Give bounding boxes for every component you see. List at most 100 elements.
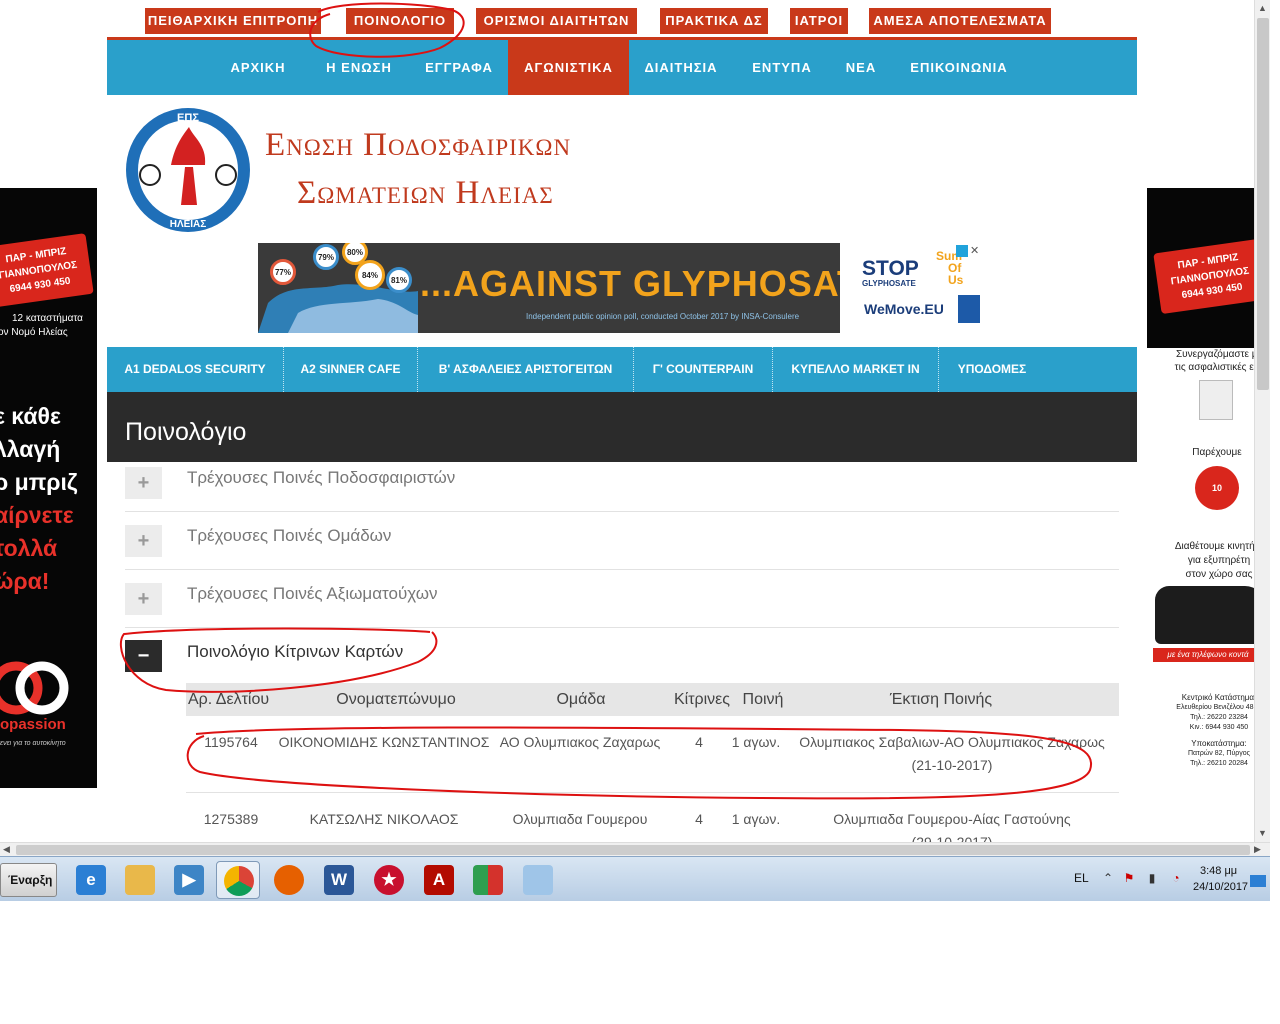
adchoices-icon[interactable] bbox=[956, 245, 968, 257]
accordion-player-penalties[interactable]: + Τρέχουσες Ποινές Ποδοσφαιριστών bbox=[125, 462, 1119, 512]
horizontal-scrollbar[interactable]: ◀ ▶ bbox=[0, 842, 1270, 856]
van-image bbox=[1155, 586, 1254, 644]
accordion-label[interactable]: Τρέχουσες Ποινές Ποδοσφαιριστών bbox=[187, 468, 455, 488]
league-tab-c[interactable]: Γ' COUNTERPAIN bbox=[634, 347, 773, 392]
accordion-label[interactable]: Τρέχουσες Ποινές Ομάδων bbox=[187, 526, 391, 546]
word-icon: W bbox=[324, 865, 354, 895]
nav-news[interactable]: ΝΕΑ bbox=[835, 40, 887, 95]
site-title-line1[interactable]: Ενωση Ποδοσφαιρικων bbox=[265, 127, 571, 164]
eps-ileias-logo[interactable]: ΕΠΣ ΗΛΕΙΑΣ bbox=[123, 105, 253, 235]
scroll-left-icon[interactable]: ◀ bbox=[3, 844, 10, 855]
nav-contact[interactable]: ΕΠΙΚΟΙΝΩΝΙΑ bbox=[903, 40, 1015, 95]
control-panel-icon bbox=[473, 865, 503, 895]
scroll-right-icon[interactable]: ▶ bbox=[1254, 844, 1261, 855]
taskbar-app-control-panel[interactable] bbox=[466, 861, 510, 899]
ad-right-shop2b: Πατρών 82, Πύργος bbox=[1187, 750, 1251, 757]
screen: ΠΑΡ - ΜΠΡΙΖ ΓΙΑΝΝΟΠΟΥΛΟΣ 6944 930 450 12… bbox=[0, 0, 1280, 1024]
expand-icon[interactable]: + bbox=[125, 525, 162, 557]
cell-name: ΚΑΤΣΩΛΗΣ ΝΙΚΟΛΑΟΣ bbox=[309, 811, 459, 827]
taskbar-app-pokerstars[interactable]: ★ bbox=[367, 861, 411, 899]
taskbar-app-media-player[interactable]: ▶ bbox=[167, 861, 211, 899]
language-indicator[interactable]: EL bbox=[1074, 871, 1089, 885]
show-hidden-icons-icon[interactable]: ⌃ bbox=[1100, 871, 1116, 887]
banner-headline: ...AGAINST GLYPHOSATE bbox=[420, 263, 886, 304]
nav-competitions[interactable]: ΑΓΩΝΙΣΤΙΚΑ bbox=[508, 40, 629, 95]
yellow-cards-table-header: Αρ. Δελτίου Ονοματεπώνυμο Ομάδα Κίτρινες… bbox=[186, 683, 1119, 716]
ad-right-shop1b: Ελευθερίου Βενιζέλου 48, Α bbox=[1176, 704, 1254, 711]
accordion-yellow-cards-label[interactable]: Ποινολόγιο Κίτρινων Καρτών bbox=[187, 642, 403, 662]
taskbar-app-acrobat[interactable]: A bbox=[417, 861, 461, 899]
top-link-disciplinary[interactable]: ΠΕΙΘΑΡΧΙΚΗ ΕΠΙΤΡΟΠΗ bbox=[145, 8, 321, 34]
ad-right-t2: τις ασφαλιστικές ετα bbox=[1174, 362, 1254, 373]
banner-stop-sub: GLYPHOSATE bbox=[862, 279, 916, 288]
cell-serving-date: (21-10-2017) bbox=[911, 757, 993, 773]
logo-top-text: ΕΠΣ bbox=[177, 112, 199, 124]
clock-time[interactable]: 3:48 μμ bbox=[1200, 865, 1237, 877]
vertical-scroll-thumb[interactable] bbox=[1257, 18, 1269, 390]
page-title: Ποινολόγιο bbox=[125, 418, 247, 446]
cell-card-number: 1275389 bbox=[203, 811, 259, 827]
taskbar-app-word[interactable]: W bbox=[317, 861, 361, 899]
nav-home[interactable]: ΑΡΧΙΚΗ bbox=[219, 40, 297, 95]
nav-refereeing[interactable]: ΔΙΑΙΤΗΣΙΑ bbox=[635, 40, 727, 95]
left-side-ad[interactable]: ΠΑΡ - ΜΠΡΙΖ ΓΙΑΝΝΟΠΟΥΛΟΣ 6944 930 450 12… bbox=[0, 188, 97, 788]
banner-subline: Independent public opinion poll, conduct… bbox=[526, 312, 800, 321]
collapse-icon[interactable]: − bbox=[125, 640, 162, 672]
league-navigation: A1 DEDALOS SECURITY A2 SINNER CAFE Β' ΑΣ… bbox=[107, 347, 1137, 392]
glyphosate-banner-ad[interactable]: 77% 79% 80% 84% 81% ...AGAINST GLYPHOSAT… bbox=[258, 243, 986, 333]
banner-stop: STOP bbox=[862, 257, 919, 280]
poll-pin-2: 79% bbox=[313, 244, 339, 270]
accordion-label[interactable]: Τρέχουσες Ποινές Αξιωματούχων bbox=[187, 584, 438, 604]
ad-left-big5: τολλά bbox=[0, 535, 58, 561]
nav-forms[interactable]: ΕΝΤΥΠΑ bbox=[739, 40, 825, 95]
ad-left-brand-sub: ενει για το αυτοκίνητο bbox=[0, 740, 66, 747]
ad-right-shop2: Υποκατάστημα: bbox=[1191, 739, 1247, 748]
start-button[interactable]: Έναρξη bbox=[0, 863, 57, 897]
page-title-bar: Ποινολόγιο bbox=[107, 392, 1137, 462]
scroll-down-icon[interactable]: ▼ bbox=[1258, 828, 1267, 838]
clock-date[interactable]: 24/10/2017 bbox=[1193, 881, 1248, 893]
league-tab-a1[interactable]: A1 DEDALOS SECURITY bbox=[107, 347, 284, 392]
action-center-icon[interactable]: ⚑ bbox=[1121, 871, 1137, 887]
media-player-icon: ▶ bbox=[174, 865, 204, 895]
taskbar-app-paint[interactable] bbox=[516, 861, 560, 899]
show-desktop-icon[interactable] bbox=[1250, 875, 1266, 887]
ad-left-big6: ώρα! bbox=[0, 568, 50, 594]
expand-icon[interactable]: + bbox=[125, 583, 162, 615]
folder-icon bbox=[125, 865, 155, 895]
top-link-live-results[interactable]: ΑΜΕΣΑ ΑΠΟΤΕΛΕΣΜΑΤΑ bbox=[869, 8, 1051, 34]
ad-left-big3: ρ μπριζ bbox=[0, 469, 78, 495]
ad-left-sign: ΠΑΡ - ΜΠΡΙΖ ΓΙΑΝΝΟΠΟΥΛΟΣ 6944 930 450 bbox=[0, 233, 94, 308]
accordion-official-penalties[interactable]: + Τρέχουσες Ποινές Αξιωματούχων bbox=[125, 570, 1119, 628]
expand-icon[interactable]: + bbox=[125, 467, 162, 499]
top-link-penalties[interactable]: ΠΟΙΝΟΛΟΓΙΟ bbox=[346, 8, 454, 34]
col-yellow-cards: Κίτρινες bbox=[673, 691, 731, 708]
accordion-team-penalties[interactable]: + Τρέχουσες Ποινές Ομάδων bbox=[125, 512, 1119, 570]
taskbar-app-file-explorer[interactable] bbox=[118, 861, 162, 899]
nav-union[interactable]: Η ΕΝΩΣΗ bbox=[315, 40, 403, 95]
league-tab-youth[interactable]: ΥΠΟΔΟΜΕΣ bbox=[939, 347, 1045, 392]
league-tab-cup[interactable]: ΚΥΠΕΛΛΟ MARKET IN bbox=[773, 347, 939, 392]
top-link-board-minutes[interactable]: ΠΡΑΚΤΙΚΑ ΔΣ bbox=[660, 8, 768, 34]
ad-close-icon[interactable]: ✕ bbox=[970, 244, 979, 257]
top-link-referee-assignments[interactable]: ΟΡΙΣΜΟΙ ΔΙΑΙΤΗΤΩΝ bbox=[476, 8, 637, 34]
right-side-ad[interactable]: ΠΑΡ - ΜΠΡΙΖ ΓΙΑΝΝΟΠΟΥΛΟΣ 6944 930 450 Συ… bbox=[1147, 188, 1254, 788]
horizontal-scroll-thumb[interactable] bbox=[16, 845, 1250, 855]
ad-right-t4: Διαθέτουμε κινητή μ bbox=[1174, 541, 1254, 552]
ad-right-t5: για εξυπηρέτη bbox=[1187, 555, 1251, 566]
league-tab-b[interactable]: Β' ΑΣΦΑΛΕΙΕΣ ΑΡΙΣΤΟΓΕΙΤΩΝ bbox=[418, 347, 634, 392]
taskbar-app-internet-explorer[interactable]: e bbox=[69, 861, 113, 899]
league-tab-a2[interactable]: A2 SINNER CAFE bbox=[284, 347, 418, 392]
volume-icon[interactable]: ◔ bbox=[1168, 871, 1184, 887]
site-title-line2[interactable]: Σωματειων Ηλειας bbox=[297, 175, 554, 212]
network-icon[interactable]: ▮ bbox=[1144, 871, 1160, 887]
nav-documents[interactable]: ΕΓΓΡΑΦΑ bbox=[415, 40, 503, 95]
poll-pin-1: 77% bbox=[270, 259, 296, 285]
scroll-up-icon[interactable]: ▲ bbox=[1258, 3, 1267, 13]
cell-team: ΑΟ Ολυμπιακος Ζαχαρως bbox=[499, 734, 661, 750]
taskbar-app-chrome[interactable] bbox=[216, 861, 260, 899]
taskbar-app-firefox[interactable] bbox=[267, 861, 311, 899]
banner-right-panel: STOP GLYPHOSATE Sum Of Us WeMove.EU ✕ bbox=[840, 243, 986, 333]
top-link-doctors[interactable]: ΙΑΤΡΟΙ bbox=[790, 8, 848, 34]
vertical-scrollbar[interactable]: ▲ ▼ bbox=[1254, 0, 1270, 842]
